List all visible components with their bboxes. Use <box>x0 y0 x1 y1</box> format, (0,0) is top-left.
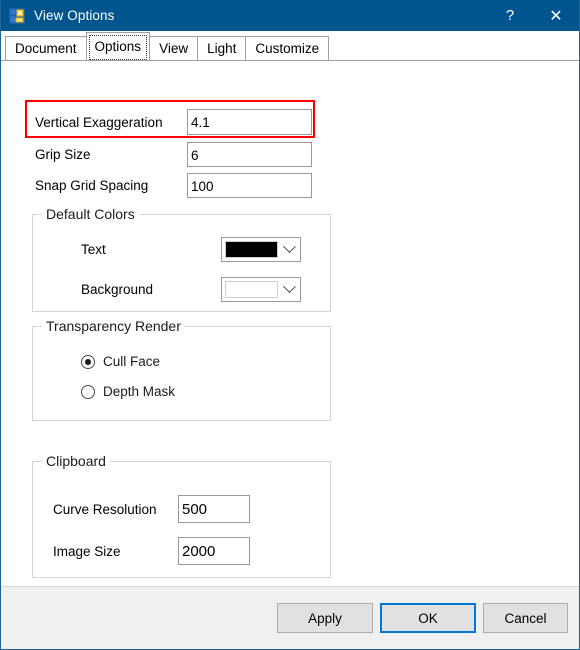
radio-cull-face[interactable]: Cull Face <box>81 354 160 369</box>
tab-customize[interactable]: Customize <box>245 36 330 60</box>
radio-depth-mask-label: Depth Mask <box>103 384 176 399</box>
default-background-color-dropdown[interactable] <box>221 277 301 302</box>
vertical-exaggeration-label: Vertical Exaggeration <box>35 114 163 130</box>
field-row-vertical-exaggeration: Vertical Exaggeration <box>35 109 315 135</box>
window-title: View Options <box>34 8 115 23</box>
default-background-color-label: Background <box>81 282 154 297</box>
group-transparency-render: Transparency Render Cull Face Depth Mask <box>32 318 331 421</box>
radio-cull-face-label: Cull Face <box>103 354 161 369</box>
text-color-swatch <box>225 241 278 258</box>
image-size-input[interactable] <box>178 537 250 565</box>
tab-light[interactable]: Light <box>197 36 247 60</box>
group-default-colors: Default Colors Text Background <box>32 206 331 312</box>
grip-size-input[interactable] <box>187 142 312 167</box>
field-row-default-text-color: Text <box>81 237 301 262</box>
chevron-down-icon <box>278 280 300 294</box>
tab-view-label: View <box>159 41 189 56</box>
tab-options-label: Options <box>94 39 142 54</box>
tab-document-label: Document <box>15 41 77 56</box>
tab-customize-label: Customize <box>255 41 320 56</box>
grip-size-label: Grip Size <box>35 147 91 162</box>
titlebar-button-group: ? ✕ <box>487 0 579 31</box>
field-row-curve-resolution: Curve Resolution <box>53 495 250 523</box>
view-options-dialog: View Options ? ✕ Document Options View L… <box>0 0 580 650</box>
dialog-footer: Apply OK Cancel <box>1 587 579 649</box>
background-color-swatch <box>225 281 278 298</box>
field-row-grip-size: Grip Size <box>35 142 315 167</box>
group-transparency-render-title: Transparency Render <box>42 318 185 334</box>
group-clipboard-title: Clipboard <box>42 453 110 469</box>
image-size-label: Image Size <box>53 543 121 559</box>
tab-light-label: Light <box>207 41 237 56</box>
options-tab-page: Vertical Exaggeration Grip Size Snap Gri… <box>1 61 579 587</box>
snap-grid-spacing-label: Snap Grid Spacing <box>35 178 149 193</box>
cancel-button[interactable]: Cancel <box>483 603 568 633</box>
title-bar: View Options ? ✕ <box>1 0 579 31</box>
windows-form-icon <box>9 7 25 24</box>
field-row-snap-grid-spacing: Snap Grid Spacing <box>35 173 315 198</box>
tab-strip-filler <box>328 37 579 61</box>
chevron-down-icon <box>278 240 300 254</box>
tab-document[interactable]: Document <box>5 36 87 60</box>
tab-view[interactable]: View <box>149 36 199 60</box>
group-clipboard: Clipboard Curve Resolution Image Size <box>32 453 331 578</box>
vertical-exaggeration-input[interactable] <box>187 109 312 135</box>
default-text-color-dropdown[interactable] <box>221 237 301 262</box>
curve-resolution-input[interactable] <box>178 495 250 523</box>
field-row-default-background-color: Background <box>81 277 301 302</box>
help-icon[interactable]: ? <box>487 0 533 31</box>
group-default-colors-title: Default Colors <box>42 206 139 222</box>
default-text-color-label: Text <box>81 242 106 257</box>
radio-cull-face-indicator[interactable] <box>81 354 95 369</box>
tab-options[interactable]: Options <box>85 32 151 60</box>
close-icon[interactable]: ✕ <box>533 0 579 31</box>
radio-depth-mask[interactable]: Depth Mask <box>81 384 175 399</box>
ok-button[interactable]: OK <box>380 603 476 633</box>
snap-grid-spacing-input[interactable] <box>187 173 312 198</box>
field-row-image-size: Image Size <box>53 537 250 565</box>
curve-resolution-label: Curve Resolution <box>53 501 157 517</box>
apply-button[interactable]: Apply <box>277 603 373 633</box>
tab-strip: Document Options View Light Customize <box>1 31 579 61</box>
radio-depth-mask-indicator[interactable] <box>81 384 95 399</box>
